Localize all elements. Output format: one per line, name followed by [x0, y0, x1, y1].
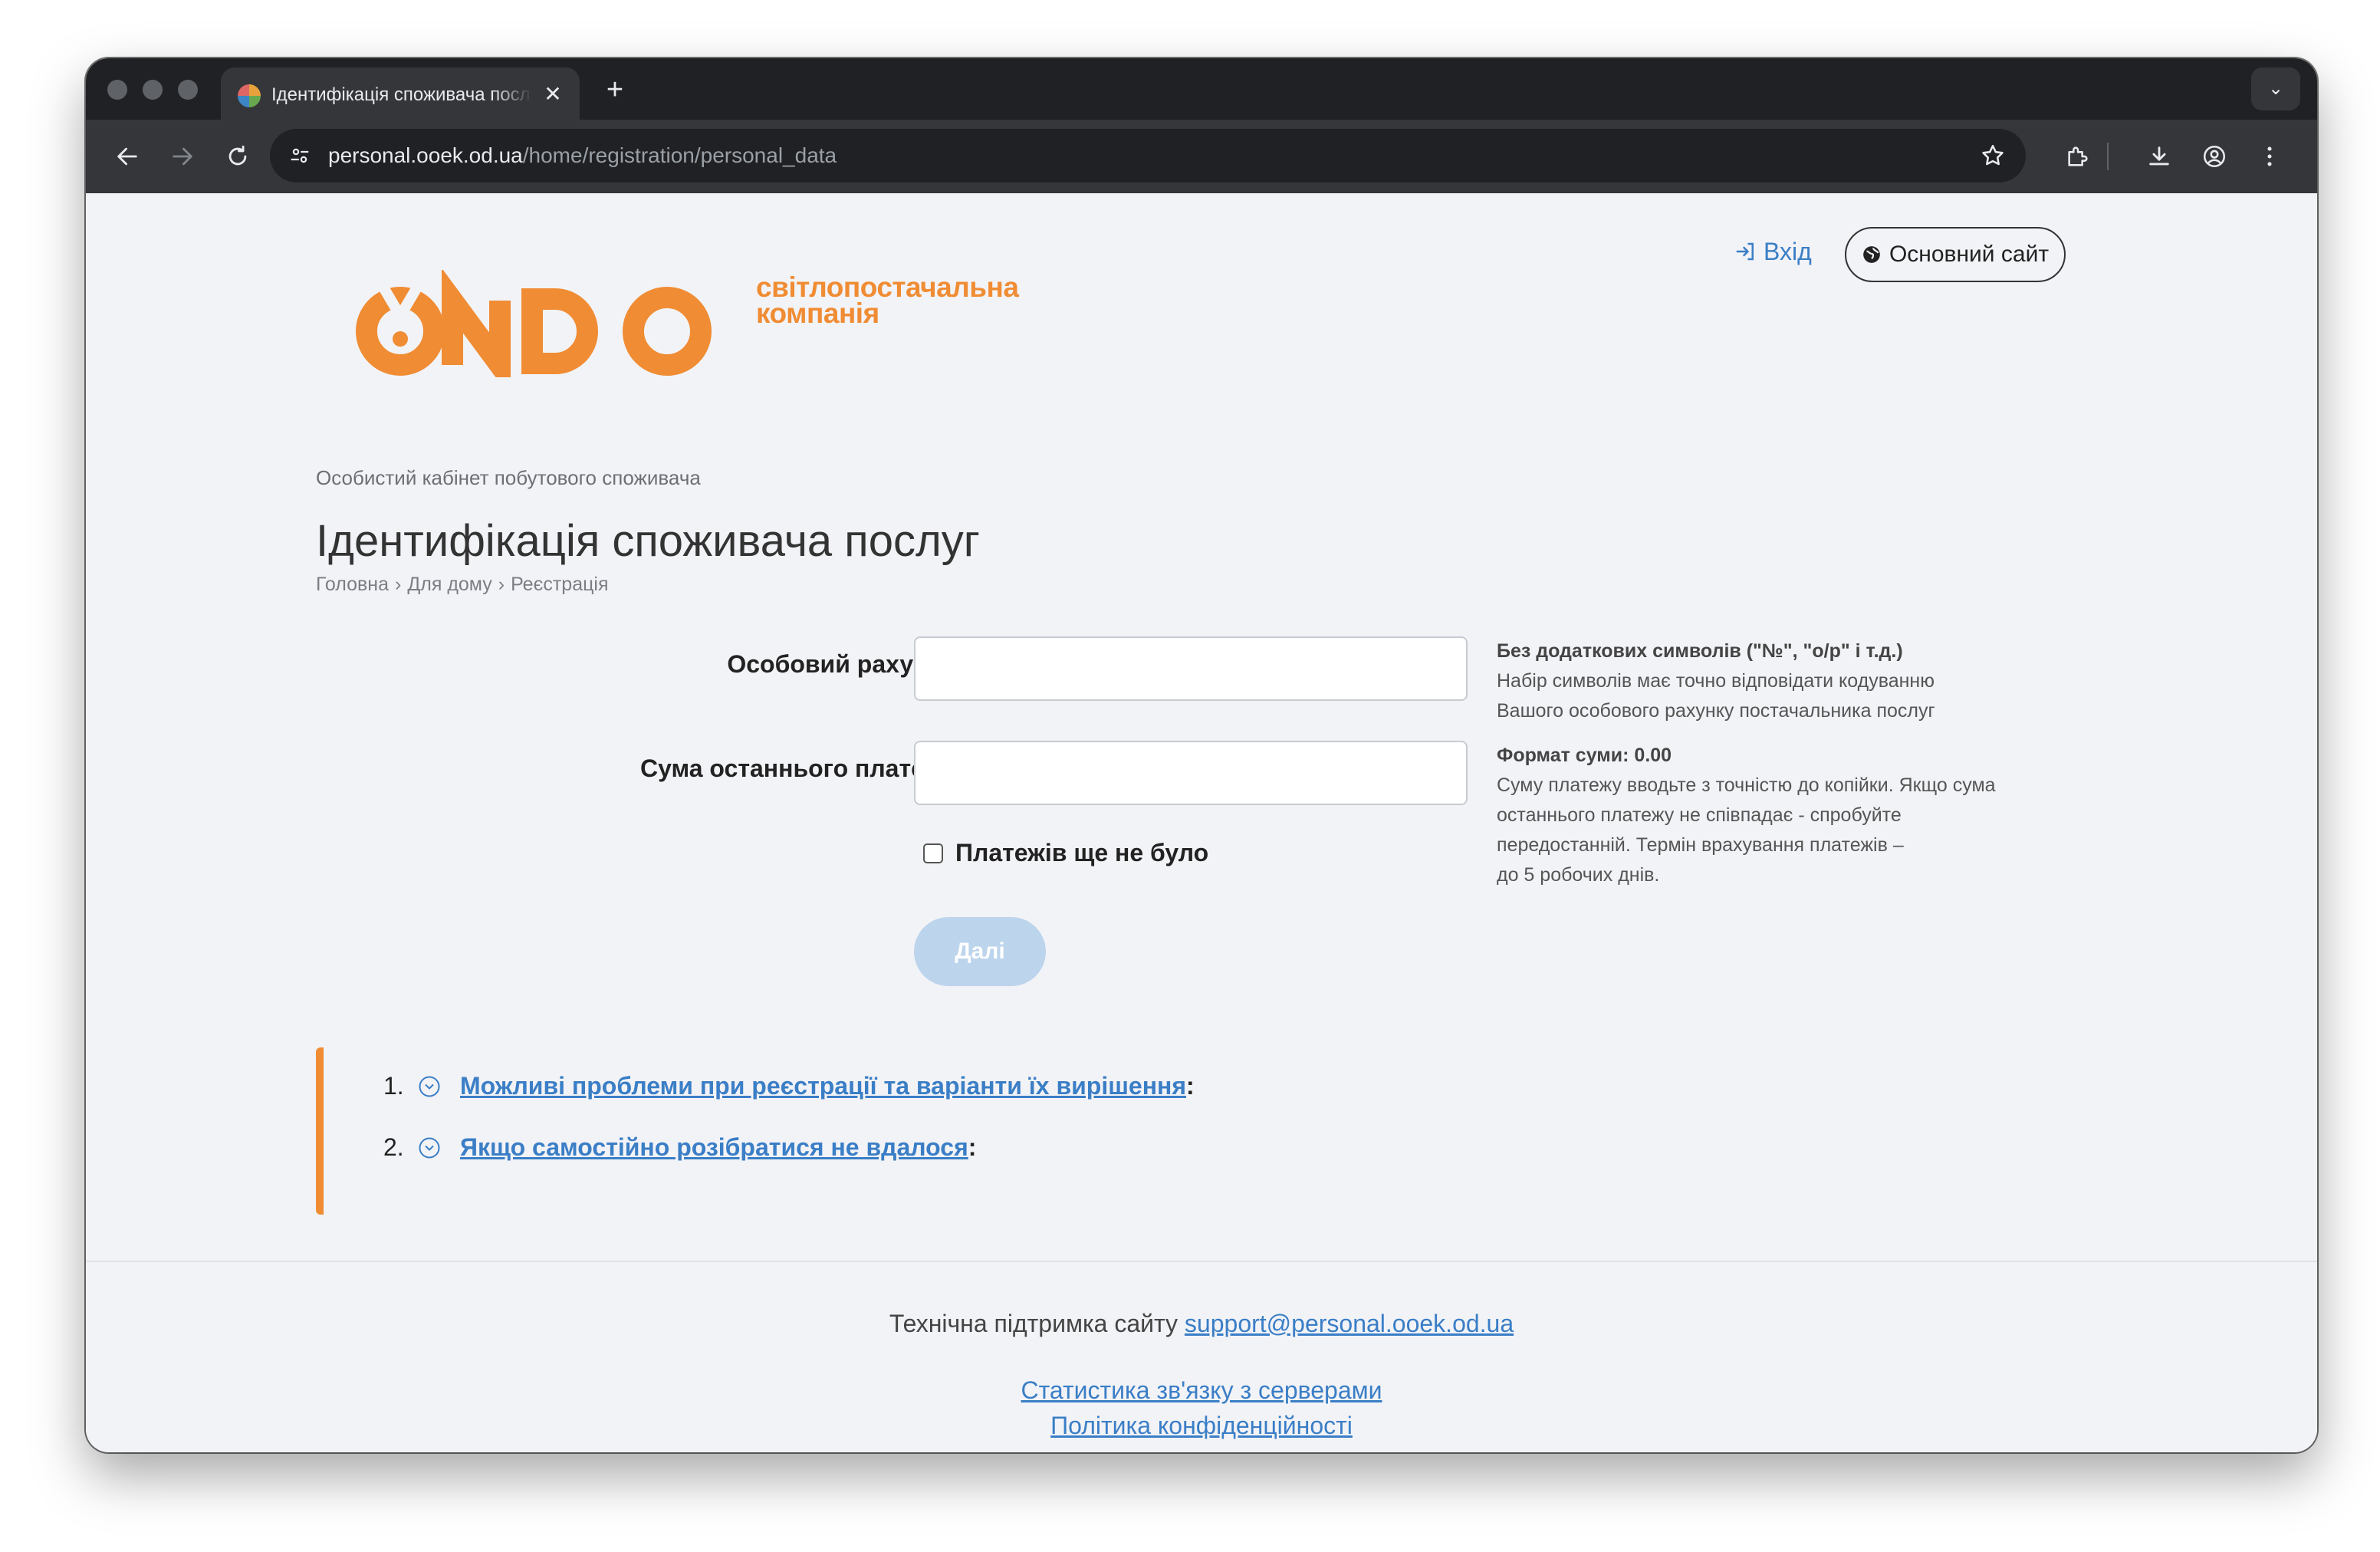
- account-number-input[interactable]: [914, 636, 1468, 701]
- breadcrumb-separator: ›: [498, 574, 505, 595]
- payment-hint-line: Суму платежу вводьте з точністю до копій…: [1497, 774, 1996, 796]
- faq-list: 1. Можливі проблеми при реєстрації та ва…: [316, 1047, 1389, 1215]
- faq-number: 2.: [383, 1133, 404, 1161]
- new-tab-plus-icon[interactable]: +: [598, 74, 632, 107]
- chevron-down-circle-icon[interactable]: [417, 1074, 442, 1099]
- extensions-puzzle-icon[interactable]: [2058, 136, 2098, 176]
- privacy-policy-link[interactable]: Політика конфіденційності: [1050, 1412, 1353, 1439]
- payment-hint-line: останнього платежу не співпадає - спробу…: [1497, 804, 1902, 826]
- url-host: personal.ooek.od.ua: [328, 143, 523, 167]
- faq-colon: :: [1186, 1072, 1195, 1100]
- tab-close-icon[interactable]: ✕: [540, 81, 566, 107]
- tagline-line-2: компанія: [756, 298, 879, 329]
- browser-toolbar: personal.ooek.od.ua/home/registration/pe…: [86, 120, 2317, 193]
- next-button[interactable]: Далі: [914, 917, 1046, 986]
- login-label: Вхід: [1764, 238, 1812, 265]
- last-payment-label: Сума останнього платежу: [639, 755, 955, 782]
- payment-hint-title: Формат суми: 0.00: [1497, 745, 1672, 766]
- account-hint-title: Без додаткових символів ("№", "о/р" і т.…: [1497, 640, 1903, 662]
- server-stats-link[interactable]: Статистика зв'язку з серверами: [1021, 1376, 1382, 1404]
- faq-link-self-help-failed[interactable]: Якщо самостійно розібратися не вдалося: [460, 1133, 968, 1162]
- payment-hint-line: до 5 робочих днів.: [1497, 864, 1660, 886]
- browser-window: Ідентифікація споживача послуг ✕ + ⌄ per…: [86, 58, 2317, 1452]
- url-text: personal.ooek.od.ua/home/registration/pe…: [328, 129, 837, 182]
- breadcrumb-for-home[interactable]: Для дому: [407, 574, 491, 596]
- ondo-logo: [356, 270, 712, 377]
- footer-divider: [86, 1261, 2317, 1262]
- breadcrumb-separator: ›: [394, 574, 402, 595]
- main-site-label: Основний сайт: [1889, 242, 2050, 267]
- login-link[interactable]: Вхід: [1734, 232, 1812, 271]
- chevron-down-circle-icon[interactable]: [417, 1136, 442, 1160]
- support-text: Технічна підтримка сайту: [889, 1310, 1178, 1337]
- browser-menu-kebab-icon[interactable]: [2250, 136, 2290, 176]
- payment-hint: Формат суми: 0.00 Суму платежу вводьте з…: [1497, 741, 2064, 890]
- url-path: /home/registration/personal_data: [522, 143, 837, 167]
- download-icon[interactable]: [2139, 136, 2179, 176]
- no-payments-label[interactable]: Платежів ще не було: [955, 839, 1208, 867]
- toolbar-separator: [2107, 143, 2109, 170]
- back-arrow-icon[interactable]: [107, 136, 147, 176]
- faq-link-registration-problems[interactable]: Можливі проблеми при реєстрації та варіа…: [460, 1072, 1186, 1100]
- site-favicon-icon: [238, 84, 261, 107]
- no-payments-checkbox[interactable]: [923, 843, 943, 863]
- forward-arrow-icon[interactable]: [163, 136, 202, 176]
- address-bar[interactable]: personal.ooek.od.ua/home/registration/pe…: [270, 129, 2026, 182]
- page-content: Вхід Основний сайт світлопостачальна ком…: [86, 193, 2317, 1452]
- minimize-window-button[interactable]: [143, 80, 163, 100]
- faq-item: 2. Якщо самостійно розібратися не вдалос…: [383, 1133, 976, 1162]
- close-window-button[interactable]: [107, 80, 127, 100]
- bookmark-star-icon[interactable]: [1977, 140, 2009, 172]
- footer-links: Статистика зв'язку з серверами Політика …: [86, 1373, 2317, 1443]
- profile-account-icon[interactable]: [2194, 136, 2234, 176]
- page-subtitle: Особистий кабінет побутового споживача: [316, 466, 701, 489]
- last-payment-input[interactable]: [914, 741, 1468, 805]
- breadcrumb-registration: Реєстрація: [511, 574, 609, 595]
- faq-number: 1.: [383, 1072, 404, 1100]
- support-email-link[interactable]: support@personal.ooek.od.ua: [1185, 1310, 1514, 1337]
- page-title: Ідентифікація споживача послуг: [316, 516, 980, 566]
- account-hint-line: Набір символів має точно відповідати код…: [1497, 670, 1935, 692]
- main-site-button[interactable]: Основний сайт: [1845, 227, 2066, 282]
- breadcrumb: Головна › Для дому › Реєстрація: [316, 574, 609, 596]
- account-hint-line: Вашого особового рахунку постачальника п…: [1497, 700, 1935, 722]
- login-enter-icon: [1736, 242, 1754, 261]
- reload-icon[interactable]: [218, 136, 258, 176]
- globe-icon: [1863, 246, 1880, 263]
- browser-tab-active[interactable]: Ідентифікація споживача послуг ✕: [221, 67, 580, 120]
- no-payments-row: Платежів ще не було: [923, 839, 1208, 867]
- tab-title: Ідентифікація споживача послуг: [271, 84, 532, 105]
- maximize-window-button[interactable]: [178, 80, 198, 100]
- logo-tagline: світлопостачальна компанія: [756, 271, 1078, 329]
- tab-search-chevron-icon[interactable]: ⌄: [2251, 67, 2300, 110]
- footer-support: Технічна підтримка сайту support@persona…: [86, 1310, 2317, 1338]
- tab-strip: Ідентифікація споживача послуг ✕ + ⌄: [86, 58, 2317, 120]
- payment-hint-line: передостанній. Термін врахування платежі…: [1497, 834, 1904, 856]
- faq-item: 1. Можливі проблеми при реєстрації та ва…: [383, 1072, 1195, 1100]
- breadcrumb-home[interactable]: Головна: [316, 574, 389, 596]
- site-info-tune-icon[interactable]: [284, 140, 316, 172]
- faq-colon: :: [968, 1133, 977, 1161]
- tagline-line-1: світлопостачальна: [756, 271, 1019, 303]
- account-hint: Без додаткових символів ("№", "о/р" і т.…: [1497, 636, 2064, 726]
